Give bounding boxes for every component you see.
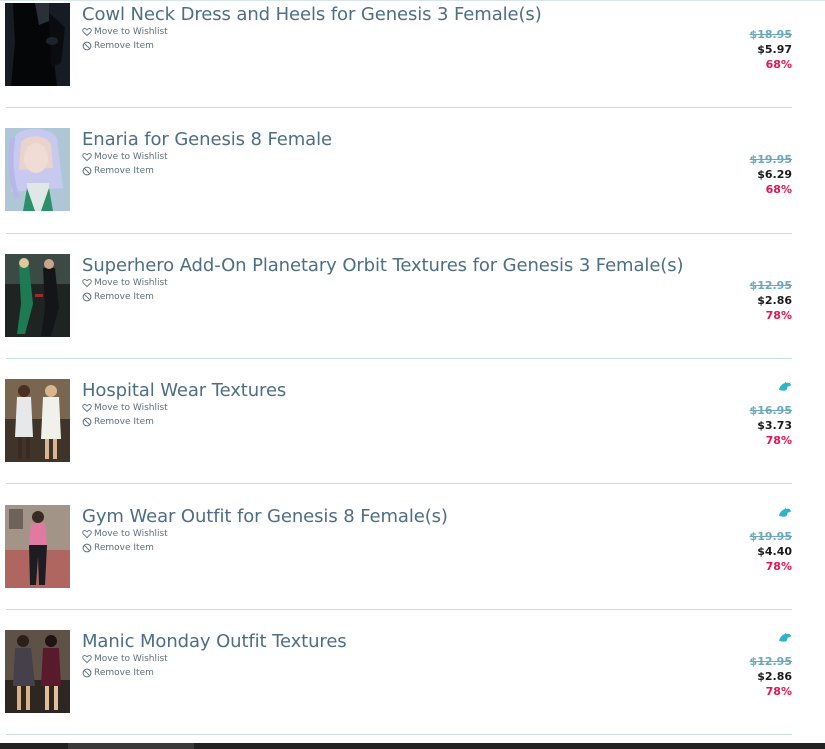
dolphin-icon [778,507,792,519]
product-title[interactable]: Superhero Add-On Planetary Orbit Texture… [82,255,684,276]
original-price: $19.95 [749,153,792,166]
remove-item-link[interactable]: Remove Item [82,41,154,51]
original-price: $12.95 [749,279,792,292]
cart-item: Superhero Add-On Planetary Orbit Texture… [0,251,825,371]
product-title[interactable]: Cowl Neck Dress and Heels for Genesis 3 … [82,4,542,25]
item-divider [6,609,792,610]
remove-item-label: Remove Item [94,668,154,678]
sale-price: $4.40 [757,545,792,558]
price-block: $19.95 $4.40 78% [672,529,792,574]
cart-item: Manic Monday Outfit Textures Move to Wis… [0,627,825,747]
discount-percent: 78% [765,560,792,573]
move-to-wishlist-label: Move to Wishlist [94,529,168,539]
original-price: $19.95 [749,530,792,543]
product-thumbnail[interactable] [5,379,70,462]
bottom-taskbar-strip [0,743,825,749]
item-divider [6,107,792,108]
heart-icon [82,529,92,539]
product-thumbnail[interactable] [5,630,70,713]
taskbar-segment [68,743,194,749]
price-block: $12.95 $2.86 78% [672,654,792,699]
original-price: $16.95 [749,404,792,417]
price-block: $19.95 $6.29 68% [672,152,792,197]
discount-percent: 78% [765,309,792,322]
cart-item: Enaria for Genesis 8 Female Move to Wish… [0,125,825,245]
dolphin-icon [778,381,792,393]
ban-icon [82,292,92,302]
move-to-wishlist-link[interactable]: Move to Wishlist [82,403,168,413]
sale-price: $3.73 [757,419,792,432]
price-block: $12.95 $2.86 78% [672,278,792,323]
move-to-wishlist-label: Move to Wishlist [94,278,168,288]
remove-item-link[interactable]: Remove Item [82,543,154,553]
move-to-wishlist-label: Move to Wishlist [94,27,168,37]
heart-icon [82,403,92,413]
move-to-wishlist-label: Move to Wishlist [94,403,168,413]
discount-percent: 78% [765,685,792,698]
price-block: $18.95 $5.97 68% [672,27,792,72]
remove-item-link[interactable]: Remove Item [82,417,154,427]
product-title[interactable]: Hospital Wear Textures [82,380,286,401]
cart-item: Hospital Wear Textures Move to Wishlist … [0,376,825,496]
original-price: $18.95 [749,28,792,41]
product-thumbnail[interactable] [5,128,70,211]
product-thumbnail[interactable] [5,254,70,337]
cart-item-list: Cowl Neck Dress and Heels for Genesis 3 … [0,0,825,749]
remove-item-link[interactable]: Remove Item [82,292,154,302]
ban-icon [82,543,92,553]
price-block: $16.95 $3.73 78% [672,403,792,448]
sale-price: $5.97 [757,43,792,56]
cart-item: Gym Wear Outfit for Genesis 8 Female(s) … [0,502,825,622]
product-thumbnail[interactable] [5,3,70,86]
remove-item-label: Remove Item [94,417,154,427]
cart-item: Cowl Neck Dress and Heels for Genesis 3 … [0,0,825,120]
heart-icon [82,27,92,37]
remove-item-link[interactable]: Remove Item [82,166,154,176]
discount-percent: 68% [765,183,792,196]
discount-percent: 68% [765,58,792,71]
move-to-wishlist-label: Move to Wishlist [94,152,168,162]
move-to-wishlist-link[interactable]: Move to Wishlist [82,278,168,288]
dolphin-icon [778,632,792,644]
move-to-wishlist-link[interactable]: Move to Wishlist [82,529,168,539]
ban-icon [82,41,92,51]
move-to-wishlist-link[interactable]: Move to Wishlist [82,27,168,37]
sale-price: $6.29 [757,168,792,181]
original-price: $12.95 [749,655,792,668]
move-to-wishlist-link[interactable]: Move to Wishlist [82,152,168,162]
move-to-wishlist-label: Move to Wishlist [94,654,168,664]
move-to-wishlist-link[interactable]: Move to Wishlist [82,654,168,664]
product-title[interactable]: Gym Wear Outfit for Genesis 8 Female(s) [82,506,448,527]
item-divider [6,233,792,234]
product-thumbnail[interactable] [5,505,70,588]
product-title[interactable]: Manic Monday Outfit Textures [82,631,347,652]
remove-item-label: Remove Item [94,166,154,176]
ban-icon [82,417,92,427]
remove-item-label: Remove Item [94,543,154,553]
remove-item-label: Remove Item [94,292,154,302]
ban-icon [82,668,92,678]
remove-item-label: Remove Item [94,41,154,51]
product-title[interactable]: Enaria for Genesis 8 Female [82,129,332,150]
sale-price: $2.86 [757,294,792,307]
discount-percent: 78% [765,434,792,447]
remove-item-link[interactable]: Remove Item [82,668,154,678]
item-divider [6,358,792,359]
heart-icon [82,152,92,162]
item-divider [6,734,792,735]
ban-icon [82,166,92,176]
sale-price: $2.86 [757,670,792,683]
heart-icon [82,278,92,288]
item-divider [6,483,792,484]
heart-icon [82,654,92,664]
